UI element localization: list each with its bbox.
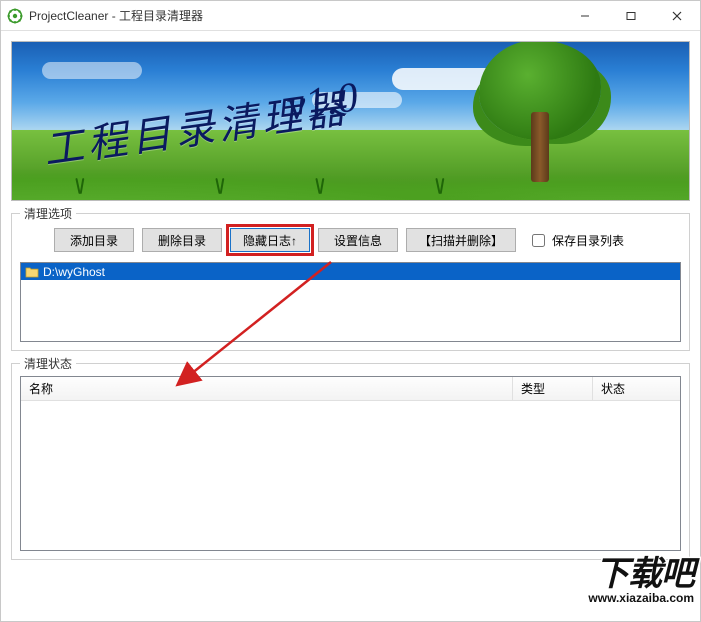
watermark-brand: 下载吧 <box>549 557 694 591</box>
status-group: 清理状态 名称 类型 状态 <box>11 363 690 560</box>
column-name[interactable]: 名称 <box>21 377 513 400</box>
directory-list[interactable]: D:\wyGhost <box>20 262 681 342</box>
list-item-path: D:\wyGhost <box>43 265 105 279</box>
banner: 工程目录清理器 v1.0 <box>11 41 690 201</box>
status-group-label: 清理状态 <box>20 355 76 372</box>
watermark-url: www.xiazaiba.com <box>549 591 694 605</box>
close-button[interactable] <box>654 1 700 30</box>
window-buttons <box>562 1 700 30</box>
table-body <box>21 401 680 550</box>
status-table[interactable]: 名称 类型 状态 <box>20 376 681 551</box>
list-item[interactable]: D:\wyGhost <box>21 263 680 280</box>
delete-directory-button[interactable]: 删除目录 <box>142 228 222 252</box>
app-icon <box>7 8 23 24</box>
options-toolbar: 添加目录 删除目录 隐藏日志↑ 设置信息 【扫描并删除】 保存目录列表 <box>20 226 681 258</box>
minimize-button[interactable] <box>562 1 608 30</box>
folder-icon <box>25 266 39 278</box>
banner-version: v1.0 <box>284 73 361 130</box>
watermark: 下载吧 www.xiazaiba.com <box>549 557 694 617</box>
save-list-checkbox[interactable] <box>532 234 545 247</box>
options-group: 清理选项 添加目录 删除目录 隐藏日志↑ 设置信息 【扫描并删除】 保存目录列表… <box>11 213 690 351</box>
settings-button[interactable]: 设置信息 <box>318 228 398 252</box>
hide-log-button[interactable]: 隐藏日志↑ <box>230 228 310 252</box>
save-list-label: 保存目录列表 <box>552 232 624 249</box>
save-list-checkbox-wrap[interactable]: 保存目录列表 <box>528 231 624 250</box>
add-directory-button[interactable]: 添加目录 <box>54 228 134 252</box>
maximize-button[interactable] <box>608 1 654 30</box>
window-title: ProjectCleaner - 工程目录清理器 <box>29 7 562 24</box>
options-group-label: 清理选项 <box>20 205 76 222</box>
column-type[interactable]: 类型 <box>513 377 593 400</box>
title-bar: ProjectCleaner - 工程目录清理器 <box>1 1 700 31</box>
column-status[interactable]: 状态 <box>593 377 680 400</box>
table-header: 名称 类型 状态 <box>21 377 680 401</box>
scan-and-delete-button[interactable]: 【扫描并删除】 <box>406 228 516 252</box>
